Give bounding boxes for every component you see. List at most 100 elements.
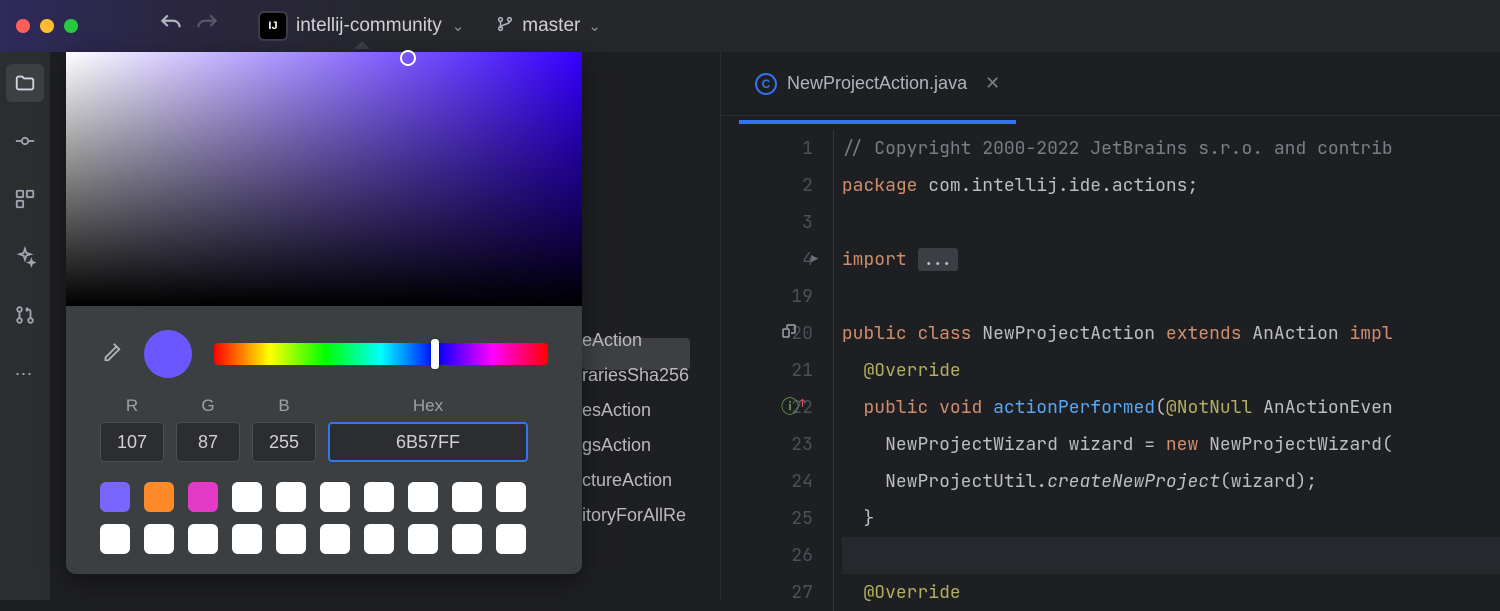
list-item[interactable]: gsAction xyxy=(582,435,689,456)
r-input[interactable] xyxy=(100,422,164,462)
code-line[interactable]: public class NewProjectAction extends An… xyxy=(842,315,1500,352)
line-number: 23 xyxy=(721,426,813,463)
ai-assistant-button[interactable] xyxy=(6,238,44,276)
color-swatch[interactable] xyxy=(320,524,350,554)
hue-slider[interactable] xyxy=(214,343,548,365)
color-swatch[interactable] xyxy=(496,524,526,554)
chevron-down-icon: ⌄ xyxy=(452,17,465,35)
undo-redo-group xyxy=(158,11,220,41)
list-item[interactable]: esAction xyxy=(582,400,689,421)
color-swatch[interactable] xyxy=(232,524,262,554)
left-tool-stripe: ⋯ xyxy=(0,52,50,600)
line-number: 19 xyxy=(721,278,813,315)
code-line[interactable] xyxy=(842,537,1500,574)
color-swatch[interactable] xyxy=(100,482,130,512)
close-window-button[interactable] xyxy=(16,19,30,33)
color-swatch[interactable] xyxy=(496,482,526,512)
code-line[interactable]: NewProjectUtil.createNewProject(wizard); xyxy=(842,463,1500,500)
code-line[interactable]: NewProjectWizard wizard = new NewProject… xyxy=(842,426,1500,463)
code-line[interactable]: @Override xyxy=(842,574,1500,611)
b-input[interactable] xyxy=(252,422,316,462)
structure-tool-button[interactable] xyxy=(6,180,44,218)
code-body[interactable]: // Copyright 2000-2022 JetBrains s.r.o. … xyxy=(833,130,1500,611)
code-line[interactable]: // Copyright 2000-2022 JetBrains s.r.o. … xyxy=(842,130,1500,167)
sv-handle[interactable] xyxy=(400,50,416,66)
editor-tab-bar: C NewProjectAction.java ✕ xyxy=(721,52,1500,116)
pull-requests-button[interactable] xyxy=(6,296,44,334)
line-number: 3 xyxy=(721,204,813,241)
editor-pane: C NewProjectAction.java ✕ 123▶4192021ⓘ↑2… xyxy=(720,52,1500,600)
code-line[interactable]: @Override xyxy=(842,352,1500,389)
color-swatch[interactable] xyxy=(452,482,482,512)
color-swatch[interactable] xyxy=(276,524,306,554)
saturation-value-panel[interactable] xyxy=(66,52,582,306)
code-line[interactable] xyxy=(842,204,1500,241)
implements-gutter-icon[interactable] xyxy=(781,315,797,352)
color-swatch[interactable] xyxy=(188,482,218,512)
line-number: 24 xyxy=(721,463,813,500)
color-swatch[interactable] xyxy=(364,524,394,554)
color-swatch[interactable] xyxy=(232,482,262,512)
hue-handle[interactable] xyxy=(431,339,439,369)
g-input[interactable] xyxy=(176,422,240,462)
line-number: 25 xyxy=(721,500,813,537)
redo-button[interactable] xyxy=(194,11,220,41)
list-item[interactable]: ctureAction xyxy=(582,470,689,491)
hex-label: Hex xyxy=(413,396,443,416)
code-line[interactable]: } xyxy=(842,500,1500,537)
code-line[interactable]: public void actionPerformed(@NotNull AnA… xyxy=(842,389,1500,426)
undo-button[interactable] xyxy=(158,11,184,41)
commit-tool-button[interactable] xyxy=(6,122,44,160)
line-number: ⓘ↑22 xyxy=(721,389,813,426)
color-picker-popup: R G B Hex xyxy=(66,52,582,574)
r-label: R xyxy=(126,396,138,416)
project-selector[interactable]: IJ intellij-community ⌄ xyxy=(260,13,464,39)
intellij-icon: IJ xyxy=(260,13,286,39)
close-tab-icon[interactable]: ✕ xyxy=(985,73,1000,94)
current-color-swatch xyxy=(144,330,192,378)
code-area[interactable]: 123▶4192021ⓘ↑222324252627 // Copyright 2… xyxy=(721,116,1500,611)
project-name: intellij-community xyxy=(296,15,442,37)
chevron-down-icon: ⌄ xyxy=(588,17,601,35)
color-swatch[interactable] xyxy=(100,524,130,554)
b-label: B xyxy=(278,396,289,416)
editor-tab-active[interactable]: C NewProjectAction.java ✕ xyxy=(739,63,1016,105)
list-item[interactable]: rariesSha256 xyxy=(582,365,689,386)
minimize-window-button[interactable] xyxy=(40,19,54,33)
code-line[interactable]: import ... xyxy=(842,241,1500,278)
titlebar: IJ intellij-community ⌄ master ⌄ xyxy=(0,0,1500,52)
hex-input[interactable] xyxy=(328,422,528,462)
project-tool-button[interactable] xyxy=(6,64,44,102)
line-number: 26 xyxy=(721,537,813,574)
g-label: G xyxy=(201,396,214,416)
override-gutter-icon[interactable]: ⓘ↑ xyxy=(781,389,806,429)
code-line[interactable] xyxy=(842,278,1500,315)
color-swatch[interactable] xyxy=(188,524,218,554)
line-number: 1 xyxy=(721,130,813,167)
swatch-grid xyxy=(66,478,582,574)
branch-selector[interactable]: master ⌄ xyxy=(496,15,601,37)
list-item[interactable]: eAction xyxy=(582,330,689,351)
color-swatch[interactable] xyxy=(144,482,174,512)
code-line[interactable]: package com.intellij.ide.actions; xyxy=(842,167,1500,204)
line-number: 21 xyxy=(721,352,813,389)
color-swatch[interactable] xyxy=(276,482,306,512)
color-swatch[interactable] xyxy=(408,524,438,554)
color-swatch[interactable] xyxy=(320,482,350,512)
branch-icon xyxy=(496,15,514,37)
more-tools-button[interactable]: ⋯ xyxy=(15,364,36,385)
list-item[interactable]: itoryForAllRe xyxy=(582,505,689,526)
color-swatch[interactable] xyxy=(364,482,394,512)
fold-arrow-icon[interactable]: ▶ xyxy=(811,241,818,278)
maximize-window-button[interactable] xyxy=(64,19,78,33)
line-number: 20 xyxy=(721,315,813,352)
color-swatch[interactable] xyxy=(408,482,438,512)
color-swatch[interactable] xyxy=(144,524,174,554)
eyedropper-button[interactable] xyxy=(100,341,122,367)
background-file-list: eAction rariesSha256 esAction gsAction c… xyxy=(582,330,689,526)
gutter: 123▶4192021ⓘ↑222324252627 xyxy=(721,130,833,611)
line-number: ▶4 xyxy=(721,241,813,278)
line-number: 27 xyxy=(721,574,813,611)
color-swatch[interactable] xyxy=(452,524,482,554)
line-number: 2 xyxy=(721,167,813,204)
